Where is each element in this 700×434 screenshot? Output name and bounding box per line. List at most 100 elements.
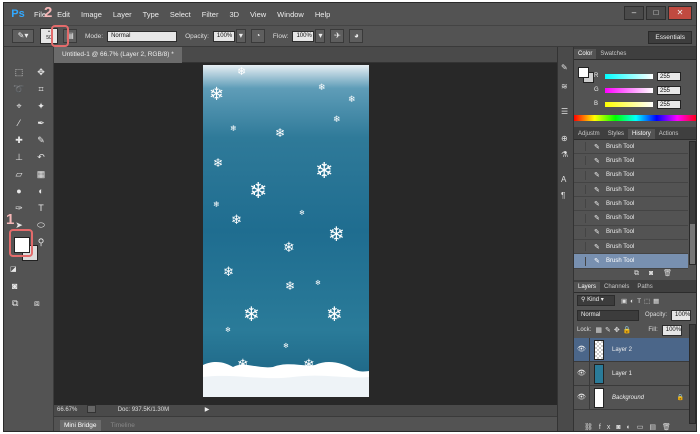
tab-layers[interactable]: Layers [574,282,601,292]
pressure-size-icon[interactable]: ◕ [349,29,364,43]
history-item[interactable]: ✎ Brush Tool [574,169,688,183]
history-item-selected[interactable]: ✎ Brush Tool [574,254,688,269]
menu-window[interactable]: Window [277,10,304,19]
menu-view[interactable]: View [250,10,266,19]
status-menu-arrow-icon[interactable]: ▶ [205,407,210,413]
channel-r-value[interactable]: 255 [657,71,681,81]
pressure-opacity-icon[interactable]: ◔ [250,29,265,43]
menu-filter[interactable]: Filter [202,10,219,19]
crop-icon[interactable]: ⌗ [32,82,50,97]
screen-mode-icon[interactable]: ⧉ [12,297,18,309]
history-item[interactable]: ✎ Brush Tool [574,211,688,226]
canvas[interactable]: ❄ ❄ ❄ ❄ ❄ ❄ ❄ ❄ ❄ ❄ ❄ ❄ ❄ ❄ ❄ ❄ ❄ ❄ ❄ ❄ … [203,65,369,397]
quick-mask-icon[interactable]: ◙ [12,280,17,292]
brush-preset-icon[interactable]: ✎▾ [12,29,34,43]
actions-icon[interactable]: ⚗ [561,150,568,159]
clone-source-icon[interactable]: ⊕ [561,134,568,143]
visibility-eye-icon[interactable]: 👁 [574,385,590,410]
lock-icons[interactable]: ▦✎✥🔒 [595,326,634,334]
history-scroll-thumb[interactable] [690,224,695,264]
layer-name[interactable]: Layer 1 [612,371,632,377]
opacity-input[interactable]: 100% [212,30,235,42]
layer-row-layer-1[interactable]: 👁 Layer 1 [574,361,690,386]
move-tool-icon[interactable]: ✥ [32,65,50,80]
status-info-icon[interactable] [87,405,97,414]
tab-swatches[interactable]: Swatches [596,49,630,59]
snapshot-icon[interactable]: ◙ [649,270,653,277]
eraser-icon[interactable]: ▱ [10,167,28,182]
dodge-icon[interactable]: ◐ [32,184,50,199]
brush-tool-icon[interactable]: ✎ [32,133,50,148]
lasso-icon[interactable]: ➰ [10,82,28,97]
magic-wand-icon[interactable]: ✦ [32,99,50,114]
color-fg-preview[interactable] [578,67,589,78]
opacity-dropdown-icon[interactable]: ▾ [235,29,246,43]
history-item[interactable]: ✎ Brush Tool [574,183,688,198]
default-colors-icon[interactable]: ◪ [10,265,17,274]
layer-row-layer-2[interactable]: 👁 Layer 2 [574,337,690,362]
channel-g-value[interactable]: 255 [657,85,681,95]
ellipse-tool-icon[interactable]: ⬭ [32,218,50,233]
layer-opacity-input[interactable]: 100% [671,309,692,321]
menu-edit[interactable]: Edit [57,10,70,19]
layer-filter-kind[interactable]: ⚲ Kind ▾ [577,295,615,306]
airbrush-icon[interactable]: ✈ [330,29,345,43]
channel-b-value[interactable]: 255 [657,99,681,109]
history-item[interactable]: ✎ Brush Tool [574,197,688,212]
layer-filter-icons[interactable]: ▣◐T⬚▦ [621,297,662,305]
channel-b-slider[interactable] [605,101,653,107]
healing-brush-icon[interactable]: ✚ [10,133,28,148]
menu-type[interactable]: Type [143,10,159,19]
history-brush-icon[interactable]: ↶ [32,150,50,165]
zoom-level[interactable]: 66.67% [57,407,77,413]
rectangular-marquee-icon[interactable]: ⬚ [10,65,28,80]
delete-state-icon[interactable]: 🗑 [663,270,672,277]
document-tab[interactable]: Untitled-1 @ 66.7% (Layer 2, RGB/8) * [54,47,182,63]
maximize-button[interactable]: □ [646,6,666,20]
close-button[interactable]: ✕ [668,6,692,20]
menu-help[interactable]: Help [315,10,330,19]
mode-select[interactable]: Normal [107,30,178,42]
menu-image[interactable]: Image [81,10,102,19]
type-tool-icon[interactable]: T [32,201,50,216]
history-item[interactable]: ✎ Brush Tool [574,240,688,255]
history-scrollbar[interactable] [689,141,696,265]
ruler-icon[interactable]: ✒ [32,116,50,131]
history-item[interactable]: ✎ Brush Tool [574,140,688,155]
visibility-eye-icon[interactable]: 👁 [574,361,590,386]
layers-panel-footer-icons[interactable]: ⛓fx◙◐▭▤🗑 [584,423,677,431]
brush-presets-icon[interactable]: ≋ [561,82,568,91]
tab-timeline[interactable]: Timeline [107,420,139,431]
tab-mini-bridge[interactable]: Mini Bridge [60,419,101,431]
visibility-eye-icon[interactable]: 👁 [574,337,590,362]
workspace-switcher[interactable]: Essentials [648,31,692,44]
blur-icon[interactable]: ● [10,184,28,199]
foreground-color-swatch[interactable] [14,237,30,253]
gradient-icon[interactable]: ▦ [32,167,50,182]
quick-selection-icon[interactable]: ⌖ [10,99,28,114]
flow-input[interactable]: 100% [292,30,315,42]
tab-channels[interactable]: Channels [600,282,633,292]
tool-presets-icon[interactable]: ☰ [561,107,568,116]
tab-color[interactable]: Color [574,49,597,59]
layers-scrollbar[interactable] [689,324,696,424]
menu-select[interactable]: Select [170,10,191,19]
tab-paths[interactable]: Paths [633,282,656,292]
clone-stamp-icon[interactable]: ⊥ [10,150,28,165]
menu-3d[interactable]: 3D [229,10,239,19]
layer-row-background[interactable]: 👁 Background 🔒 [574,385,690,410]
flow-dropdown-icon[interactable]: ▾ [315,29,326,43]
paragraph-icon[interactable]: ¶ [561,191,565,200]
minimize-button[interactable]: – [624,6,644,20]
eyedropper-icon[interactable]: ⁄ [10,116,28,131]
color-spectrum-ramp[interactable] [574,115,696,121]
screen-mode-alt-icon[interactable]: ⧈ [34,297,40,309]
new-document-from-state-icon[interactable]: ⧉ [634,270,639,277]
channel-g-slider[interactable] [605,87,653,93]
blend-mode-select[interactable]: Normal [577,309,639,321]
history-item[interactable]: ✎ Brush Tool [574,154,688,169]
layer-name[interactable]: Layer 2 [612,347,632,353]
history-item[interactable]: ✎ Brush Tool [574,226,688,241]
menu-layer[interactable]: Layer [113,10,132,19]
layer-name[interactable]: Background [612,395,644,401]
